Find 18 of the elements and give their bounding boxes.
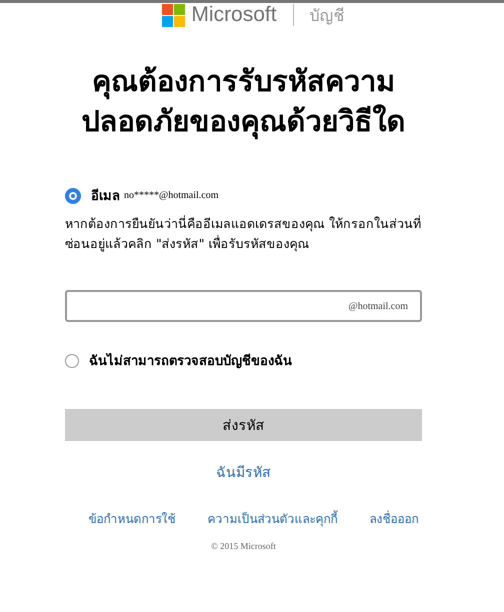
help-text: หากต้องการยืนยันว่านี่คืออีเมลแอดเดรสของคุณ ให้กรอกในส่วนที่ซ่อนอยู่แล้วคลิก "ส่งรหัส" เพื่อรับรหัสของคุณ (65, 214, 422, 254)
copyright-text: © 2015 Microsoft (210, 541, 277, 551)
radio-button[interactable] (65, 188, 81, 204)
have-code-link[interactable]: ฉันมีรหัส (216, 465, 271, 481)
brand-name: Microsoft (191, 3, 277, 27)
option-label[interactable]: ฉันไม่สามารถตรวจสอบบัญชีของฉัน (89, 350, 292, 371)
footer-link[interactable]: ข้อกำหนดการใช้ (88, 512, 176, 526)
email-hint: no*****@hotmail.com (124, 190, 218, 201)
domain-suffix: @hotmail.com (348, 300, 408, 312)
option-label[interactable]: อีเมล (91, 185, 120, 206)
footer-link[interactable]: ความเป็นส่วนตัวและคุกกี้ (208, 512, 338, 526)
footer-link[interactable]: ลงชื่อออก (369, 512, 418, 526)
logo-icon (162, 4, 186, 26)
email-field[interactable]: @hotmail.com (65, 290, 422, 322)
section-title: บัญชี (310, 4, 345, 26)
send-code-button[interactable]: ส่งรหัส (65, 409, 422, 441)
radio-button[interactable] (65, 354, 79, 368)
page-title: คุณต้องการรับรหัสความปลอดภัยของคุณด้วยวิธีใด (80, 63, 406, 141)
